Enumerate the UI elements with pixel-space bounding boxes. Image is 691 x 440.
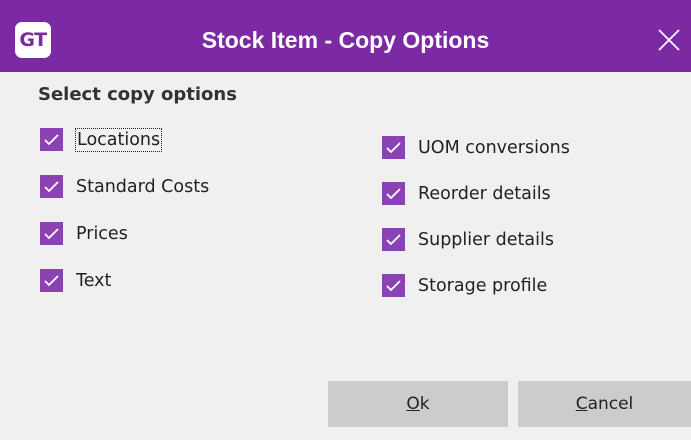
check-icon xyxy=(44,134,59,146)
option-reorder-details[interactable]: Reorder details xyxy=(382,182,551,205)
uom-conversions-checkbox[interactable] xyxy=(382,136,405,159)
dialog-title: Stock Item - Copy Options xyxy=(201,27,490,53)
check-icon xyxy=(44,275,59,287)
storage-profile-checkbox[interactable] xyxy=(382,274,405,297)
option-locations[interactable]: Locations xyxy=(40,127,163,152)
ok-label-rest: k xyxy=(419,394,430,414)
cancel-label-rest: ancel xyxy=(587,394,634,414)
check-icon xyxy=(386,280,401,292)
storage-profile-label: Storage profile xyxy=(418,275,548,296)
option-supplier-details[interactable]: Supplier details xyxy=(382,228,554,251)
option-text[interactable]: Text xyxy=(40,269,111,292)
option-prices[interactable]: Prices xyxy=(40,222,128,245)
standard-costs-checkbox[interactable] xyxy=(40,175,63,198)
ok-accelerator: O xyxy=(406,394,420,414)
cancel-button[interactable]: Cancel xyxy=(518,381,691,427)
standard-costs-label: Standard Costs xyxy=(76,176,210,197)
cancel-accelerator: C xyxy=(575,394,588,414)
text-checkbox[interactable] xyxy=(40,269,63,292)
section-label: Select copy options xyxy=(38,84,237,105)
reorder-details-checkbox[interactable] xyxy=(382,182,405,205)
copy-options-dialog: GT Stock Item - Copy Options Select copy… xyxy=(0,0,691,440)
supplier-details-checkbox[interactable] xyxy=(382,228,405,251)
locations-checkbox[interactable] xyxy=(40,128,63,151)
close-icon[interactable] xyxy=(656,27,682,53)
option-uom-conversions[interactable]: UOM conversions xyxy=(382,136,570,159)
supplier-details-label: Supplier details xyxy=(418,229,554,250)
reorder-details-label: Reorder details xyxy=(418,183,551,204)
check-icon xyxy=(386,188,401,200)
prices-checkbox[interactable] xyxy=(40,222,63,245)
check-icon xyxy=(44,181,59,193)
prices-label: Prices xyxy=(76,223,128,244)
ok-button[interactable]: Ok xyxy=(328,381,508,427)
text-label: Text xyxy=(76,270,112,291)
title-bar[interactable]: GT Stock Item - Copy Options xyxy=(0,0,691,72)
uom-conversions-label: UOM conversions xyxy=(418,137,570,158)
check-icon xyxy=(386,234,401,246)
check-icon xyxy=(386,142,401,154)
check-icon xyxy=(44,228,59,240)
option-standard-costs[interactable]: Standard Costs xyxy=(40,175,209,198)
option-storage-profile[interactable]: Storage profile xyxy=(382,274,547,297)
locations-label: Locations xyxy=(74,127,163,152)
